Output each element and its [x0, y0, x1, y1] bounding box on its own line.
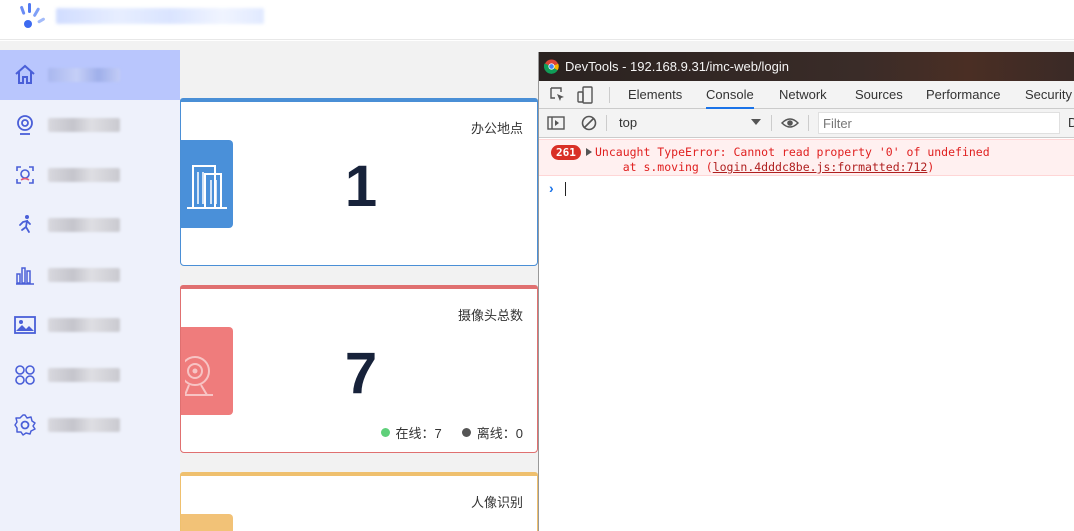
toolbar-separator: [609, 87, 610, 103]
face-recognition-card[interactable]: 人像识别: [180, 472, 538, 531]
console-input-cursor[interactable]: [565, 182, 566, 196]
portrait-icon: [181, 514, 233, 531]
devtools-titlebar[interactable]: DevTools - 192.168.9.31/imc-web/login: [539, 52, 1074, 81]
sidebar-item-label: [48, 418, 120, 432]
error-text: Uncaught TypeError: Cannot read property…: [595, 145, 990, 175]
card-title: 摄像头总数: [457, 308, 523, 323]
camera-count-value: 7: [344, 341, 378, 406]
camera-status-summary: 在线：7 离线：0: [367, 423, 523, 442]
online-count: 在线：7: [395, 426, 442, 441]
offline-count: 离线：0: [476, 426, 523, 441]
error-line-1: Uncaught TypeError: Cannot read property…: [595, 145, 990, 159]
face-icon: [13, 163, 37, 187]
error-count-badge: 261: [551, 145, 581, 160]
sidebar-item-label: [48, 368, 120, 382]
sidebar-item-face[interactable]: [0, 150, 180, 200]
sidebar-item-statistics[interactable]: [0, 250, 180, 300]
console-toolbar: top D: [539, 109, 1074, 138]
sidebar-item-label: [48, 218, 120, 232]
context-selector[interactable]: top: [611, 112, 769, 134]
devtools-title: DevTools - 192.168.9.31/imc-web/login: [565, 59, 790, 74]
tab-network[interactable]: Network: [779, 81, 827, 109]
sidebar-item-label: 视频: [48, 118, 120, 132]
office-count-card[interactable]: 办公地点 1: [180, 98, 538, 266]
sidebar-item-apps[interactable]: [0, 350, 180, 400]
sidebar-item-label: [48, 268, 120, 282]
error-line-2-prefix: at s.moving (: [595, 160, 713, 174]
tab-elements[interactable]: Elements: [628, 81, 682, 109]
office-count-value: 1: [344, 154, 378, 219]
sidebar-item-settings[interactable]: [0, 400, 180, 450]
tab-sources[interactable]: Sources: [855, 81, 903, 109]
sidebar-item-images[interactable]: [0, 300, 180, 350]
console-prompt-icon: ›: [549, 180, 554, 196]
top-bar: [0, 0, 1074, 40]
bar-chart-icon: [13, 263, 37, 287]
sidebar: 首页 视频: [0, 50, 180, 531]
running-person-icon: [13, 213, 37, 237]
app-logo-icon[interactable]: [18, 2, 48, 32]
chrome-icon: [544, 59, 559, 74]
camera-count-card[interactable]: 摄像头总数 7 在线：7 离线：0: [180, 285, 538, 453]
clipped-toolbar-text: D: [1068, 115, 1074, 130]
home-icon: [13, 63, 37, 87]
sidebar-item-tracking[interactable]: [0, 200, 180, 250]
chevron-down-icon: [751, 119, 761, 125]
card-title: 人像识别: [470, 495, 523, 510]
sidebar-item-home[interactable]: 首页: [0, 50, 180, 100]
devtools-window: DevTools - 192.168.9.31/imc-web/login El…: [538, 52, 1074, 531]
offline-dot-icon: [461, 428, 471, 437]
sidebar-item-label: 首页: [48, 68, 120, 82]
online-stat: 在线：7: [380, 423, 442, 442]
online-dot-icon: [380, 428, 390, 437]
error-line-2-suffix: ): [927, 160, 935, 174]
apps-icon: [13, 363, 37, 387]
card-title: 办公地点: [470, 121, 523, 136]
webcam-icon: [13, 113, 37, 137]
tab-console[interactable]: Console: [706, 81, 754, 109]
console-panel[interactable]: 261 Uncaught TypeError: Cannot read prop…: [539, 139, 1074, 531]
devtools-tabbar: Elements Console Network Sources Perform…: [539, 81, 1074, 109]
toolbar-separator: [771, 115, 772, 131]
toolbar-separator: [808, 115, 809, 131]
device-toolbar-icon[interactable]: [577, 86, 595, 104]
building-icon: [181, 140, 233, 228]
sidebar-item-label: [48, 168, 120, 182]
gear-icon: [13, 413, 37, 437]
offline-stat: 离线：0: [461, 423, 523, 442]
console-error-message[interactable]: 261 Uncaught TypeError: Cannot read prop…: [539, 139, 1074, 176]
sidebar-toggle-icon[interactable]: [547, 114, 565, 132]
tab-performance[interactable]: Performance: [926, 81, 1000, 109]
sidebar-item-video[interactable]: 视频: [0, 100, 180, 150]
toolbar-separator: [606, 115, 607, 131]
eye-icon[interactable]: [781, 114, 799, 132]
inspect-element-icon[interactable]: [549, 86, 567, 104]
camera-icon: [181, 327, 233, 415]
sidebar-item-label: [48, 318, 120, 332]
tab-security[interactable]: Security: [1025, 81, 1072, 109]
error-source-link[interactable]: login.4dddc8be.js:formatted:712: [713, 160, 928, 174]
clear-console-icon[interactable]: [580, 114, 598, 132]
app-title-blurred: [56, 8, 264, 24]
console-filter-input[interactable]: [818, 112, 1060, 134]
expand-triangle-icon[interactable]: [586, 148, 592, 156]
image-icon: [13, 313, 37, 337]
